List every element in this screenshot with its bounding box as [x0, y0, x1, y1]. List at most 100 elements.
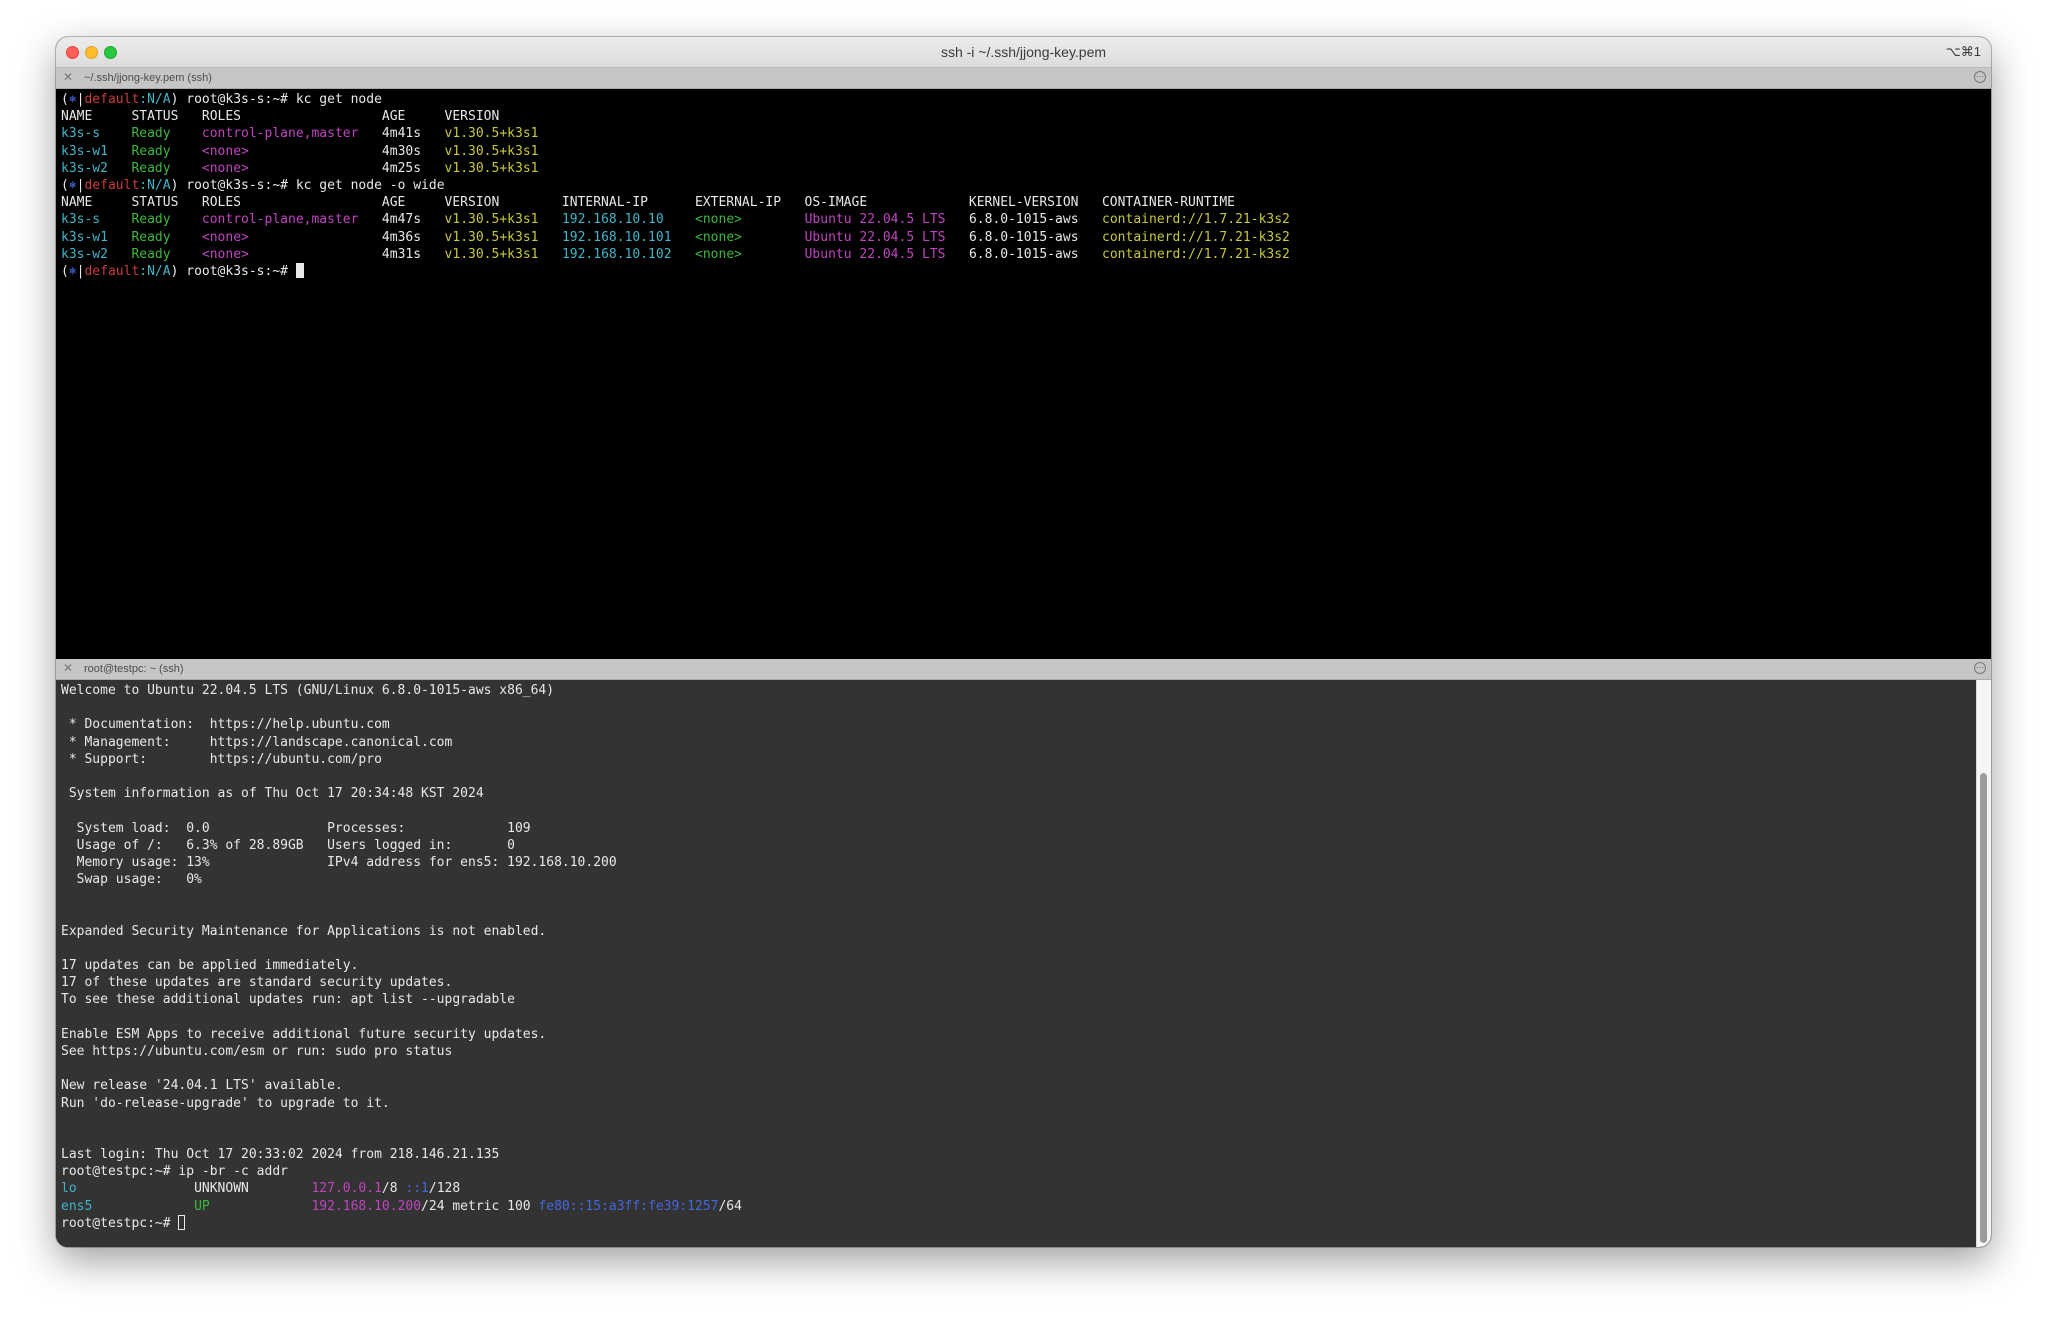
terminal-text: Ready	[131, 143, 202, 159]
terminal-text: /64	[718, 1198, 742, 1214]
terminal-text: System information as of Thu Oct 17 20:3…	[61, 786, 484, 802]
terminal-text: fe80::15:a3ff:fe39:1257	[538, 1198, 719, 1214]
terminal-text: ) root@k3s-s:~#	[170, 263, 296, 279]
terminal-text: System load: 0.0 Processes: 109	[61, 820, 531, 836]
terminal-text: v1.30.5+k3s1	[444, 229, 562, 245]
pane-menu-icon[interactable]: ···	[1974, 662, 1986, 674]
terminal-line: System load: 0.0 Processes: 109	[61, 820, 1971, 837]
terminal-text: ) root@k3s-s:~# kc get node	[170, 92, 382, 107]
terminal-text: /24 metric 100	[421, 1198, 539, 1214]
terminal-text: k3s-s	[61, 126, 132, 142]
terminal-text: /128	[428, 1181, 461, 1197]
terminal-line: Usage of /: 6.3% of 28.89GB Users logged…	[61, 837, 1971, 854]
terminal-text: 6.8.0-1015-aws	[968, 229, 1103, 245]
terminal-text: v1.30.5+k3s1	[444, 143, 539, 159]
terminal-text: Ubuntu 22.04.5 LTS	[804, 246, 969, 262]
terminal-text: 4m36s	[381, 229, 445, 245]
top-terminal-pane[interactable]: ✕ ~/.ssh/jjong-key.pem (ssh) ··· (⎈|defa…	[56, 68, 1991, 657]
terminal-text: Ready	[131, 229, 202, 245]
terminal-line: New release '24.04.1 LTS' available.	[61, 1077, 1971, 1094]
terminal-line: ens5 UP 192.168.10.200/24 metric 100 fe8…	[61, 1198, 1971, 1215]
terminal-line: k3s-s Ready control-plane,master 4m41s v…	[61, 125, 1971, 142]
terminal-text: New release '24.04.1 LTS' available.	[61, 1078, 343, 1094]
terminal-text: 6.8.0-1015-aws	[968, 212, 1103, 228]
terminal-text: (	[61, 177, 69, 193]
terminal-text: 4m25s	[381, 160, 445, 176]
terminal-text: k3s-w2	[61, 246, 132, 262]
terminal-text: 4m41s	[381, 126, 445, 142]
terminal-text: :N/A	[139, 263, 171, 279]
terminal-line: Memory usage: 13% IPv4 address for ens5:…	[61, 854, 1971, 871]
terminal-output[interactable]: Welcome to Ubuntu 22.04.5 LTS (GNU/Linux…	[61, 682, 1971, 1232]
terminal-line: System information as of Thu Oct 17 20:3…	[61, 785, 1971, 802]
terminal-line: 17 of these updates are standard securit…	[61, 974, 1971, 991]
terminal-text: k3s-w2	[61, 160, 132, 176]
terminal-text: <none>	[695, 229, 805, 245]
terminal-text: 192.168.10.10	[561, 212, 696, 228]
terminal-text: (	[61, 263, 69, 279]
terminal-text: Last login: Thu Oct 17 20:33:02 2024 fro…	[61, 1147, 500, 1163]
scrollbar[interactable]	[1976, 680, 1991, 1247]
bottom-terminal-pane[interactable]: ✕ root@testpc: ~ (ssh) ··· Welcome to Ub…	[56, 659, 1991, 1247]
terminal-text: 192.168.10.102	[561, 246, 696, 262]
terminal-text: 6.8.0-1015-aws	[968, 246, 1103, 262]
terminal-text: 4m30s	[381, 143, 445, 159]
pane-title: ~/.ssh/jjong-key.pem (ssh)	[84, 72, 212, 84]
terminal-text: <none>	[201, 229, 382, 245]
terminal-text: root@testpc:~#	[61, 1215, 179, 1231]
pane-header: ✕ ~/.ssh/jjong-key.pem (ssh) ···	[56, 68, 1991, 89]
terminal-text: 192.168.10.200	[311, 1198, 422, 1214]
title-bar: ssh -i ~/.ssh/jjong-key.pem ⌥⌘1	[56, 37, 1991, 68]
terminal-text: v1.30.5+k3s1	[444, 212, 562, 228]
terminal-text: ::1	[405, 1181, 429, 1197]
terminal-text: v1.30.5+k3s1	[444, 126, 539, 142]
terminal-text: containerd://1.7.21-k3s2	[1102, 212, 1290, 228]
terminal-text: Ubuntu 22.04.5 LTS	[804, 212, 969, 228]
terminal-line: root@testpc:~#	[61, 1214, 1971, 1232]
terminal-text: ⎈	[68, 263, 77, 279]
window-title: ssh -i ~/.ssh/jjong-key.pem	[940, 44, 1107, 60]
terminal-line: To see these additional updates run: apt…	[61, 991, 1971, 1008]
terminal-line: * Documentation: https://help.ubuntu.com	[61, 716, 1971, 733]
terminal-text: control-plane,master	[201, 212, 382, 228]
terminal-output[interactable]: (⎈|default:N/A) root@k3s-s:~# kc get nod…	[61, 91, 1971, 280]
pane-title: root@testpc: ~ (ssh)	[84, 663, 184, 675]
terminal-text: 4m47s	[381, 212, 445, 228]
terminal-line: Enable ESM Apps to receive additional fu…	[61, 1026, 1971, 1043]
terminal-line: Swap usage: 0%	[61, 871, 1971, 888]
close-icon[interactable]: ✕	[63, 661, 73, 675]
terminal-text: 17 of these updates are standard securit…	[61, 975, 453, 991]
terminal-text: 127.0.0.1	[311, 1181, 382, 1197]
terminal-line: root@testpc:~# ip -br -c addr	[61, 1163, 1971, 1180]
terminal-text: root@testpc:~# ip -br -c addr	[61, 1164, 288, 1180]
terminal-text: See https://ubuntu.com/esm or run: sudo …	[61, 1043, 453, 1059]
pane-menu-icon[interactable]: ···	[1974, 71, 1986, 83]
scrollbar-thumb[interactable]	[1980, 773, 1987, 1243]
terminal-text: * Management: https://landscape.canonica…	[61, 734, 453, 750]
terminal-text: default	[84, 177, 140, 193]
terminal-text: control-plane,master	[201, 126, 382, 142]
terminal-line: k3s-w1 Ready <none> 4m36s v1.30.5+k3s1 1…	[61, 229, 1971, 246]
terminal-text: Swap usage: 0%	[61, 872, 202, 888]
close-icon[interactable]: ✕	[63, 70, 73, 84]
terminal-text: :N/A	[139, 92, 171, 107]
pane-header: ✕ root@testpc: ~ (ssh) ···	[56, 659, 1991, 680]
terminal-line: k3s-w1 Ready <none> 4m30s v1.30.5+k3s1	[61, 143, 1971, 160]
terminal-text: Ready	[131, 212, 202, 228]
terminal-text: * Documentation: https://help.ubuntu.com	[61, 717, 390, 733]
terminal-text: 4m31s	[381, 246, 445, 262]
terminal-line: NAME STATUS ROLES AGE VERSION	[61, 108, 1971, 125]
terminal-text: Memory usage: 13% IPv4 address for ens5:…	[61, 854, 617, 870]
terminal-text: Usage of /: 6.3% of 28.89GB Users logged…	[61, 837, 515, 853]
terminal-text: Run 'do-release-upgrade' to upgrade to i…	[61, 1095, 390, 1111]
terminal-line: NAME STATUS ROLES AGE VERSION INTERNAL-I…	[61, 194, 1971, 211]
terminal-line: (⎈|default:N/A) root@k3s-s:~# kc get nod…	[61, 91, 1971, 108]
terminal-line: (⎈|default:N/A) root@k3s-s:~# kc get nod…	[61, 177, 1971, 194]
